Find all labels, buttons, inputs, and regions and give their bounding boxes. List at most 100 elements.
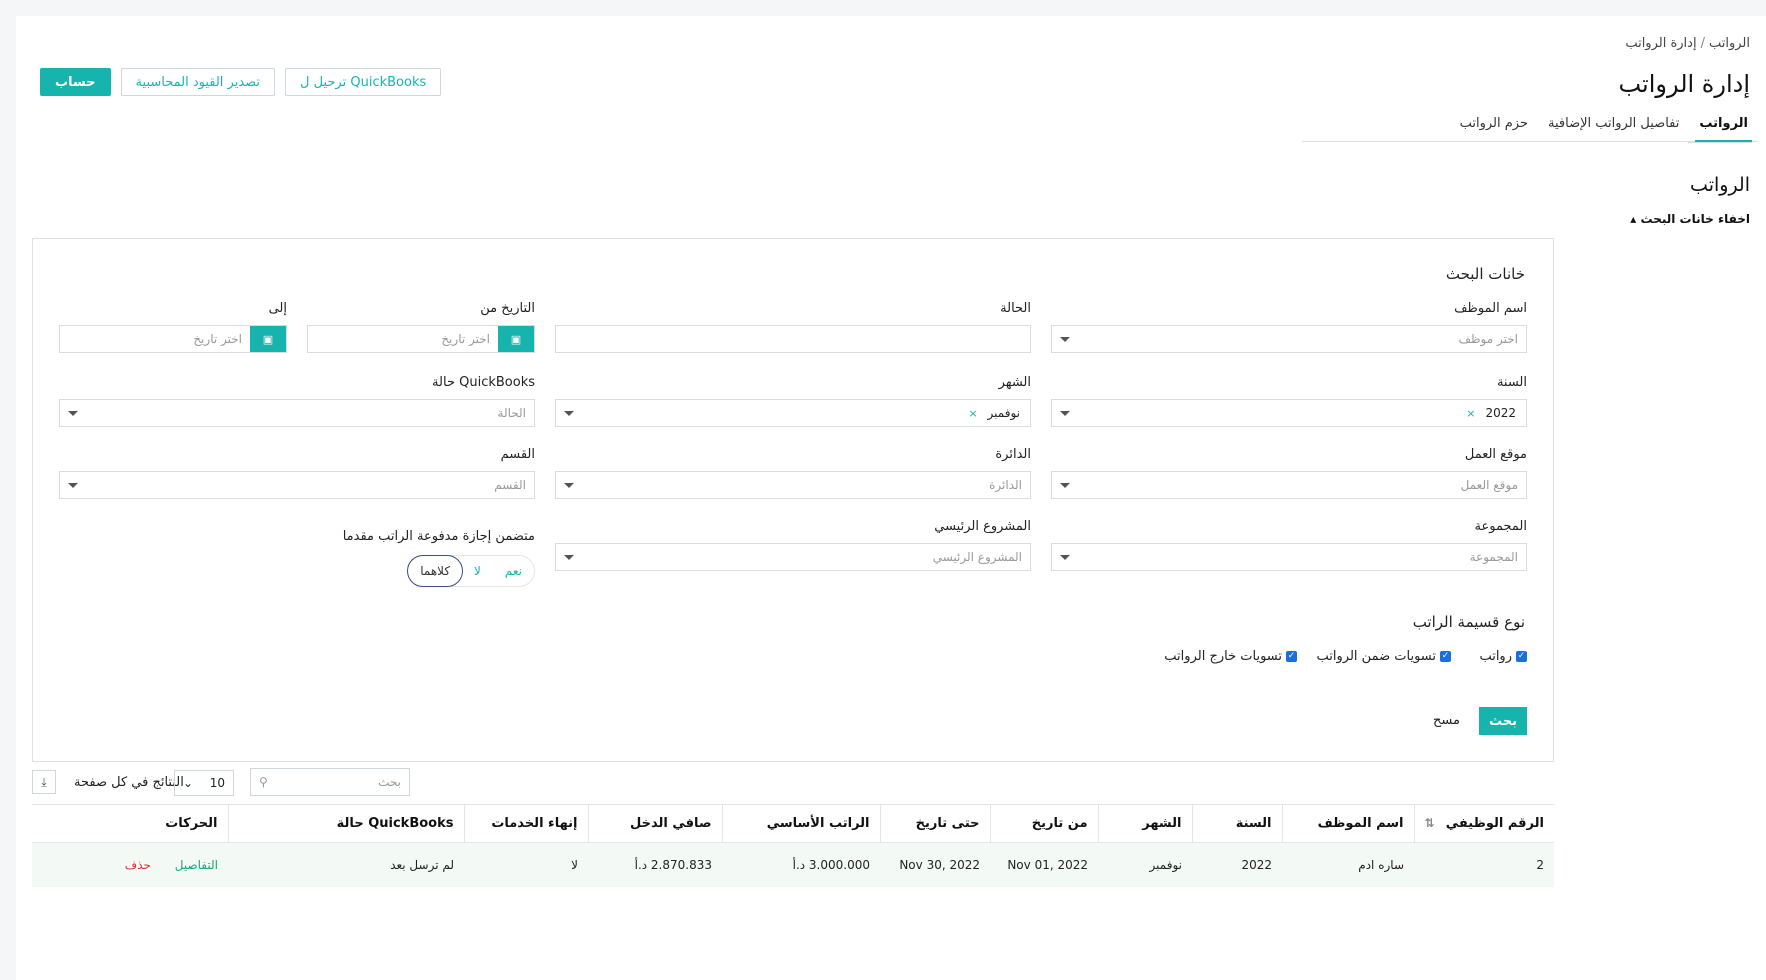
chevron-down-icon [564,554,574,560]
calendar-icon[interactable]: ▣ [498,326,534,352]
payroll-page: الرواتب/إدارة الرواتب إدارة الرواتب ترحي… [16,16,1766,980]
search-panel: خانات البحث اسم الموظف اختر موظف الحالة … [32,238,1554,762]
year-label: السنة [1496,375,1527,390]
breadcrumb-current: إدارة الرواتب [1625,36,1697,51]
status-label: الحالة [1000,301,1031,316]
breadcrumb: الرواتب/إدارة الرواتب [1625,36,1750,51]
search-button[interactable]: بحث [1479,707,1527,735]
payroll-table: الرقم الوظيفي ⇅ اسم الموظف السنة الشهر من… [32,804,1554,887]
calculate-button[interactable]: حساب [40,68,111,96]
table-search-input[interactable]: بحث ⚲ [250,768,410,796]
page-title: إدارة الرواتب [1618,70,1750,98]
department-select[interactable]: الدائرة [555,471,1031,499]
chevron-down-icon: ⌄ [183,776,194,790]
status-input[interactable] [555,325,1031,353]
chevron-down-icon [1060,336,1070,342]
month-label: الشهر [998,375,1031,390]
work-location-select[interactable]: موقع العمل [1051,471,1527,499]
employee-label: اسم الموظف [1454,301,1527,316]
chevron-down-icon [68,410,78,416]
date-to-input[interactable]: اختر تاريخ ▣ [59,325,287,353]
search-panel-title: خانات البحث [1445,265,1525,283]
per-page-select[interactable]: ⌄ 10 [174,770,234,796]
delete-link[interactable]: حذف [125,858,151,872]
col-qb-status[interactable]: QuickBooks حالة [228,804,465,843]
main-project-select[interactable]: المشروع الرئيسي [555,543,1031,571]
cell-qb-status: لم ترسل بعد [228,842,464,887]
breadcrumb-root[interactable]: الرواتب [1709,36,1750,51]
prepaid-leave-label: متضمن إجازة مدفوعة الراتب مقدما [342,529,535,544]
calendar-icon[interactable]: ▣ [250,326,286,352]
search-icon: ⚲ [259,775,268,789]
chevron-down-icon [564,482,574,488]
cell-to: Nov 30, 2022 [880,842,990,887]
slip-type-payroll-checkbox[interactable]: ✓ رواتب [1479,649,1527,664]
cell-termination: لا [464,842,588,887]
clear-icon[interactable]: × [1466,407,1475,420]
toggle-search-link[interactable]: اخفاء خانات البحث ▴ [1630,212,1750,226]
per-page-label: النتائج في كل صفحة [74,775,184,790]
col-actions: الحركات [32,804,229,843]
checkbox-checked-icon[interactable]: ✓ [1440,651,1451,662]
section-select[interactable]: القسم [59,471,535,499]
department-label: الدائرة [995,447,1031,462]
chevron-down-icon [1060,554,1070,560]
cell-year: 2022 [1192,842,1282,887]
month-select[interactable]: نوفمبر × [555,399,1031,427]
col-termination[interactable]: إنهاء الخدمات [464,804,589,843]
checkbox-checked-icon[interactable]: ✓ [1286,651,1297,662]
col-to-date[interactable]: حتى تاريخ [880,804,991,843]
download-icon[interactable]: ⤓ [32,770,56,794]
tab-payroll-bundles[interactable]: حزم الرواتب [1450,116,1538,141]
col-month[interactable]: الشهر [1098,804,1193,843]
prepaid-leave-both[interactable]: كلاهما [407,555,464,587]
qb-status-label: QuickBooks حالة [432,375,535,390]
table-row: 2 ساره ادم 2022 نوفمبر Nov 01, 2022 Nov … [32,842,1554,887]
cell-id: 2 [1414,842,1554,887]
cell-actions: التفاصيل حذف [32,842,228,887]
cell-month: نوفمبر [1098,842,1192,887]
col-employee-name[interactable]: اسم الموظف [1282,804,1415,843]
date-to-label: إلى [268,301,287,316]
export-entries-button[interactable]: تصدير القيود المحاسبية [120,68,276,96]
col-net-income[interactable]: صافي الدخل [588,804,723,843]
section-title: الرواتب [1688,142,1752,196]
sort-icon[interactable]: ⇅ [1425,816,1435,830]
main-project-label: المشروع الرئيسي [934,519,1031,534]
cell-from: Nov 01, 2022 [990,842,1098,887]
checkbox-checked-icon[interactable]: ✓ [1516,651,1527,662]
chevron-down-icon [564,410,574,416]
table-toolbar: ⤓ النتائج في كل صفحة ⌄ 10 بحث ⚲ [32,768,1554,798]
date-from-input[interactable]: اختر تاريخ ▣ [307,325,535,353]
cell-name: ساره ادم [1282,842,1414,887]
col-employee-id[interactable]: الرقم الوظيفي ⇅ [1414,804,1554,843]
qb-status-select[interactable]: الحالة [59,399,535,427]
prepaid-leave-yes[interactable]: نعم [493,556,534,586]
chevron-down-icon [1060,410,1070,416]
group-select[interactable]: المجموعة [1051,543,1527,571]
chevron-down-icon [68,482,78,488]
chevron-down-icon [1060,482,1070,488]
slip-type-in-payroll-checkbox[interactable]: ✓ تسويات ضمن الرواتب [1317,649,1451,664]
slip-type-title: نوع قسيمة الراتب [1412,613,1525,631]
cell-basic: 3.000.000 د.أ [722,842,880,887]
work-location-label: موقع العمل [1464,447,1527,462]
clear-button[interactable]: مسح [1433,713,1460,728]
post-quickbooks-button[interactable]: ترحيل ل QuickBooks [285,68,442,96]
slip-type-out-payroll-checkbox[interactable]: ✓ تسويات خارج الرواتب [1164,649,1297,664]
top-actions: ترحيل ل QuickBooks تصدير القيود المحاسبي… [40,68,442,96]
col-year[interactable]: السنة [1192,804,1283,843]
prepaid-leave-no[interactable]: لا [462,556,493,586]
table-header-row: الرقم الوظيفي ⇅ اسم الموظف السنة الشهر من… [32,804,1554,843]
tab-payroll[interactable]: الرواتب [1689,116,1758,142]
col-basic-salary[interactable]: الراتب الأساسي [722,804,881,843]
details-link[interactable]: التفاصيل [175,858,218,872]
caret-up-icon: ▴ [1630,212,1637,226]
employee-select[interactable]: اختر موظف [1051,325,1527,353]
clear-icon[interactable]: × [968,407,977,420]
date-from-label: التاريخ من [480,301,535,316]
tab-extra-details[interactable]: تفاصيل الرواتب الإضافية [1538,116,1689,141]
col-from-date[interactable]: من تاريخ [990,804,1099,843]
year-select[interactable]: 2022 × [1051,399,1527,427]
cell-net: 2.870.833 د.أ [588,842,722,887]
